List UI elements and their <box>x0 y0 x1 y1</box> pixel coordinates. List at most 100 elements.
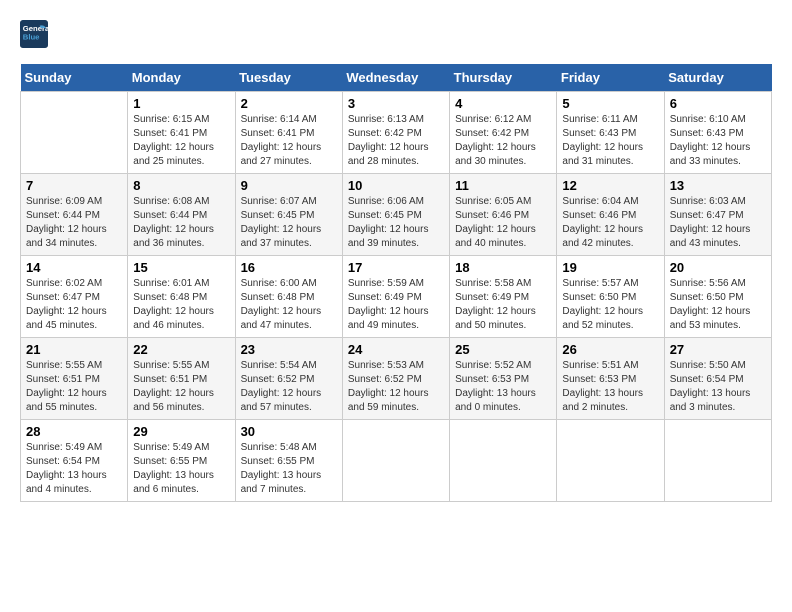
day-detail: Sunrise: 6:15 AM Sunset: 6:41 PM Dayligh… <box>133 113 229 169</box>
day-number: 4 <box>455 96 551 111</box>
day-number: 10 <box>348 178 444 193</box>
logo-icon: General Blue <box>20 20 48 48</box>
day-detail: Sunrise: 6:00 AM Sunset: 6:48 PM Dayligh… <box>241 277 337 333</box>
calendar-day-cell <box>450 420 557 502</box>
day-detail: Sunrise: 5:59 AM Sunset: 6:49 PM Dayligh… <box>348 277 444 333</box>
calendar-day-cell: 23Sunrise: 5:54 AM Sunset: 6:52 PM Dayli… <box>235 338 342 420</box>
calendar-day-cell: 1 Sunrise: 6:15 AM Sunset: 6:41 PM Daylig… <box>128 92 235 174</box>
day-number: 5 <box>562 96 658 111</box>
day-detail: Sunrise: 5:48 AM Sunset: 6:55 PM Dayligh… <box>241 441 337 497</box>
calendar-day-cell: 24 Sunrise: 5:53 AM Sunset: 6:52 PM Dayli… <box>342 338 449 420</box>
calendar-day-cell: 4 Sunrise: 6:12 AM Sunset: 6:42 PM Daylig… <box>450 92 557 174</box>
calendar-day-cell: 16 Sunrise: 6:00 AM Sunset: 6:48 PM Dayli… <box>235 256 342 338</box>
day-detail: Sunrise: 6:08 AM Sunset: 6:44 PM Dayligh… <box>133 195 229 251</box>
calendar-day-cell <box>664 420 771 502</box>
day-number: 28 <box>26 424 122 439</box>
calendar-week-row: 21 Sunrise: 5:55 AM Sunset: 6:51 PM Dayli… <box>21 338 772 420</box>
day-detail: Sunrise: 6:03 AM Sunset: 6:47 PM Dayligh… <box>670 195 766 251</box>
header: General Blue <box>20 20 772 48</box>
day-detail: Sunrise: 6:14 AM Sunset: 6:41 PM Dayligh… <box>241 113 337 169</box>
calendar-day-cell: 5Sunrise: 6:11 AM Sunset: 6:43 PM Daylig… <box>557 92 664 174</box>
day-detail: Sunrise: 6:05 AM Sunset: 6:46 PM Dayligh… <box>455 195 551 251</box>
calendar-day-cell: 22Sunrise: 5:55 AM Sunset: 6:51 PM Dayli… <box>128 338 235 420</box>
calendar-day-cell: 9 Sunrise: 6:07 AM Sunset: 6:45 PM Daylig… <box>235 174 342 256</box>
day-detail: Sunrise: 6:09 AM Sunset: 6:44 PM Dayligh… <box>26 195 122 251</box>
calendar-day-cell: 13 Sunrise: 6:03 AM Sunset: 6:47 PM Dayli… <box>664 174 771 256</box>
calendar-day-cell: 10Sunrise: 6:06 AM Sunset: 6:45 PM Dayli… <box>342 174 449 256</box>
day-detail: Sunrise: 5:54 AM Sunset: 6:52 PM Dayligh… <box>241 359 337 415</box>
header-sunday: Sunday <box>21 64 128 92</box>
day-number: 16 <box>241 260 337 275</box>
day-number: 12 <box>562 178 658 193</box>
calendar-header-row: SundayMondayTuesdayWednesdayThursdayFrid… <box>21 64 772 92</box>
day-detail: Sunrise: 6:12 AM Sunset: 6:42 PM Dayligh… <box>455 113 551 169</box>
day-number: 24 <box>348 342 444 357</box>
day-detail: Sunrise: 5:58 AM Sunset: 6:49 PM Dayligh… <box>455 277 551 333</box>
calendar-day-cell: 21 Sunrise: 5:55 AM Sunset: 6:51 PM Dayli… <box>21 338 128 420</box>
calendar-day-cell: 25 Sunrise: 5:52 AM Sunset: 6:53 PM Dayli… <box>450 338 557 420</box>
calendar-day-cell: 3 Sunrise: 6:13 AM Sunset: 6:42 PM Daylig… <box>342 92 449 174</box>
calendar-day-cell: 14 Sunrise: 6:02 AM Sunset: 6:47 PM Dayli… <box>21 256 128 338</box>
day-number: 13 <box>670 178 766 193</box>
calendar-day-cell: 28Sunrise: 5:49 AM Sunset: 6:54 PM Dayli… <box>21 420 128 502</box>
calendar-day-cell: 26Sunrise: 5:51 AM Sunset: 6:53 PM Dayli… <box>557 338 664 420</box>
calendar-week-row: 7 Sunrise: 6:09 AM Sunset: 6:44 PM Daylig… <box>21 174 772 256</box>
day-number: 15 <box>133 260 229 275</box>
day-detail: Sunrise: 5:56 AM Sunset: 6:50 PM Dayligh… <box>670 277 766 333</box>
logo: General Blue <box>20 20 52 48</box>
header-monday: Monday <box>128 64 235 92</box>
calendar-week-row: 1 Sunrise: 6:15 AM Sunset: 6:41 PM Daylig… <box>21 92 772 174</box>
calendar-week-row: 28Sunrise: 5:49 AM Sunset: 6:54 PM Dayli… <box>21 420 772 502</box>
day-number: 25 <box>455 342 551 357</box>
svg-text:General: General <box>23 24 48 33</box>
calendar-day-cell: 11 Sunrise: 6:05 AM Sunset: 6:46 PM Dayli… <box>450 174 557 256</box>
day-number: 3 <box>348 96 444 111</box>
calendar-day-cell: 20 Sunrise: 5:56 AM Sunset: 6:50 PM Dayli… <box>664 256 771 338</box>
day-number: 9 <box>241 178 337 193</box>
header-friday: Friday <box>557 64 664 92</box>
calendar-day-cell: 6Sunrise: 6:10 AM Sunset: 6:43 PM Daylig… <box>664 92 771 174</box>
day-number: 19 <box>562 260 658 275</box>
day-detail: Sunrise: 6:02 AM Sunset: 6:47 PM Dayligh… <box>26 277 122 333</box>
day-detail: Sunrise: 6:07 AM Sunset: 6:45 PM Dayligh… <box>241 195 337 251</box>
calendar-day-cell: 2 Sunrise: 6:14 AM Sunset: 6:41 PM Daylig… <box>235 92 342 174</box>
calendar-day-cell: 29 Sunrise: 5:49 AM Sunset: 6:55 PM Dayli… <box>128 420 235 502</box>
day-detail: Sunrise: 6:01 AM Sunset: 6:48 PM Dayligh… <box>133 277 229 333</box>
day-number: 26 <box>562 342 658 357</box>
day-number: 29 <box>133 424 229 439</box>
calendar-day-cell: 7 Sunrise: 6:09 AM Sunset: 6:44 PM Daylig… <box>21 174 128 256</box>
calendar-day-cell <box>21 92 128 174</box>
day-number: 18 <box>455 260 551 275</box>
day-number: 27 <box>670 342 766 357</box>
day-number: 14 <box>26 260 122 275</box>
calendar-day-cell: 15 Sunrise: 6:01 AM Sunset: 6:48 PM Dayli… <box>128 256 235 338</box>
day-detail: Sunrise: 5:57 AM Sunset: 6:50 PM Dayligh… <box>562 277 658 333</box>
day-number: 21 <box>26 342 122 357</box>
calendar-day-cell <box>342 420 449 502</box>
day-number: 7 <box>26 178 122 193</box>
day-detail: Sunrise: 5:52 AM Sunset: 6:53 PM Dayligh… <box>455 359 551 415</box>
calendar-day-cell <box>557 420 664 502</box>
day-detail: Sunrise: 5:55 AM Sunset: 6:51 PM Dayligh… <box>26 359 122 415</box>
calendar-day-cell: 30 Sunrise: 5:48 AM Sunset: 6:55 PM Dayli… <box>235 420 342 502</box>
day-detail: Sunrise: 6:10 AM Sunset: 6:43 PM Dayligh… <box>670 113 766 169</box>
day-number: 30 <box>241 424 337 439</box>
calendar-day-cell: 8Sunrise: 6:08 AM Sunset: 6:44 PM Daylig… <box>128 174 235 256</box>
calendar-table: SundayMondayTuesdayWednesdayThursdayFrid… <box>20 64 772 502</box>
day-number: 17 <box>348 260 444 275</box>
day-detail: Sunrise: 6:13 AM Sunset: 6:42 PM Dayligh… <box>348 113 444 169</box>
svg-text:Blue: Blue <box>23 33 40 42</box>
day-number: 20 <box>670 260 766 275</box>
day-detail: Sunrise: 6:04 AM Sunset: 6:46 PM Dayligh… <box>562 195 658 251</box>
header-saturday: Saturday <box>664 64 771 92</box>
day-number: 2 <box>241 96 337 111</box>
calendar-day-cell: 27 Sunrise: 5:50 AM Sunset: 6:54 PM Dayli… <box>664 338 771 420</box>
calendar-day-cell: 18 Sunrise: 5:58 AM Sunset: 6:49 PM Dayli… <box>450 256 557 338</box>
day-number: 1 <box>133 96 229 111</box>
calendar-day-cell: 19 Sunrise: 5:57 AM Sunset: 6:50 PM Dayli… <box>557 256 664 338</box>
day-number: 22 <box>133 342 229 357</box>
day-detail: Sunrise: 5:49 AM Sunset: 6:55 PM Dayligh… <box>133 441 229 497</box>
day-number: 11 <box>455 178 551 193</box>
day-detail: Sunrise: 5:50 AM Sunset: 6:54 PM Dayligh… <box>670 359 766 415</box>
day-detail: Sunrise: 5:53 AM Sunset: 6:52 PM Dayligh… <box>348 359 444 415</box>
